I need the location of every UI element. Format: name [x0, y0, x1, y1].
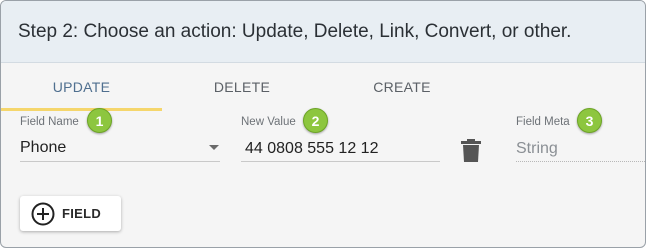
step-badge-3: 3 — [577, 108, 602, 133]
step-badge-2: 2 — [303, 108, 328, 133]
tab-create-label: CREATE — [373, 79, 431, 95]
new-value-underline — [241, 161, 440, 162]
step-header: Step 2: Choose an action: Update, Delete… — [1, 1, 645, 63]
new-value-text: 44 0808 555 12 12 — [245, 140, 379, 157]
field-name-underline — [20, 161, 220, 162]
tab-update[interactable]: UPDATE — [1, 63, 162, 111]
tab-delete[interactable]: DELETE — [162, 63, 322, 111]
plus-circle-icon — [31, 202, 55, 226]
step-title: Step 2: Choose an action: Update, Delete… — [18, 20, 572, 42]
field-meta-underline — [516, 161, 645, 162]
new-value-label: New Value — [241, 116, 296, 128]
field-meta-value: String — [516, 140, 558, 157]
tab-create[interactable]: CREATE — [322, 63, 482, 111]
active-tab-indicator — [1, 108, 162, 111]
action-tabs: UPDATE DELETE CREATE — [1, 63, 645, 111]
chevron-down-icon[interactable] — [209, 145, 219, 150]
tab-update-label: UPDATE — [52, 79, 111, 95]
field-meta-label: Field Meta — [516, 116, 570, 128]
field-name-value: Phone — [20, 139, 67, 156]
step-badge-1: 1 — [87, 108, 112, 133]
add-field-button[interactable]: FIELD — [20, 196, 121, 231]
tab-delete-label: DELETE — [213, 79, 271, 95]
trash-icon[interactable] — [461, 139, 481, 167]
field-name-label: Field Name — [20, 116, 79, 128]
dialog-frame: Step 2: Choose an action: Update, Delete… — [0, 0, 646, 248]
add-field-label: FIELD — [62, 206, 102, 221]
